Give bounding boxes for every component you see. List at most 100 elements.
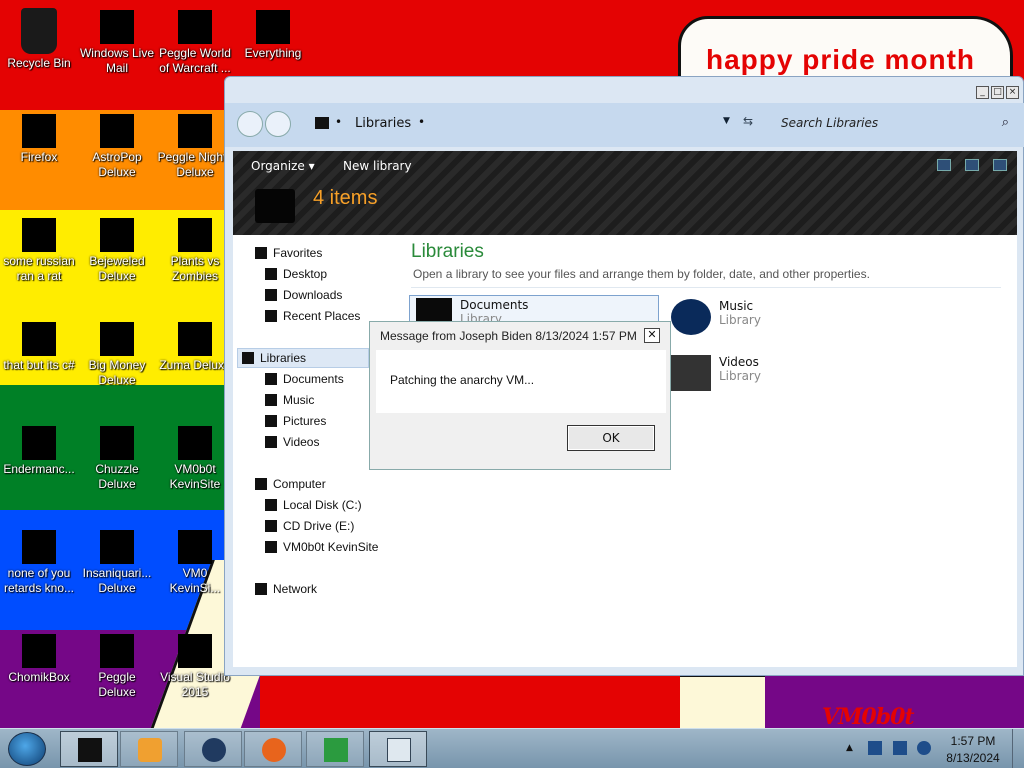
message-dialog[interactable]: Message from Joseph Biden 8/13/2024 1:57… [369, 321, 671, 470]
nav-label: Videos [283, 435, 320, 449]
mail-icon [100, 10, 134, 44]
desktop-icon-vm0-kevinsite[interactable]: VM0 KevinSi... [157, 522, 233, 596]
nav-vm0b0t-kevinsite[interactable]: VM0b0t KevinSite [265, 537, 378, 557]
address-row: • Libraries • ▼ ⇆ Search Libraries ⌕ [225, 103, 1024, 147]
search-box[interactable]: Search Libraries ⌕ [773, 113, 1013, 135]
forward-button[interactable] [265, 111, 291, 137]
desktop-icon-label: Chuzzle Deluxe [95, 462, 139, 491]
library-type: Library [719, 313, 761, 327]
nav-desktop[interactable]: Desktop [265, 264, 327, 284]
page-subtitle: Open a library to see your files and arr… [413, 267, 870, 281]
nav-videos[interactable]: Videos [265, 432, 319, 452]
nav-label: VM0b0t KevinSite [283, 540, 379, 554]
system-clock[interactable]: 1:57 PM 8/13/2024 [940, 733, 1006, 767]
minimize-button[interactable]: _ [976, 86, 989, 99]
desktop-icon-bejeweled[interactable]: Bejeweled Deluxe [79, 210, 155, 284]
breadcrumb-libraries[interactable]: Libraries [355, 116, 411, 131]
desktop-icon-visual-studio[interactable]: Visual Studio 2015 [157, 626, 233, 700]
nav-cd-drive[interactable]: CD Drive (E:) [265, 516, 354, 536]
window-controls: _ □ × [976, 86, 1019, 99]
desktop-icon-label: Bejeweled Deluxe [89, 254, 145, 283]
library-videos[interactable]: Videos Library [671, 355, 761, 391]
app-icon [178, 426, 212, 460]
show-desktop-button[interactable] [1012, 729, 1024, 768]
desktop-icon-peggle-nights[interactable]: Peggle Nights Deluxe [157, 106, 233, 180]
search-input[interactable]: Search Libraries [781, 116, 878, 130]
preview-pane-icon[interactable] [965, 159, 979, 171]
desktop-icon-plants-vs-zombies[interactable]: Plants vs Zombies [157, 210, 233, 284]
desktop-icon-peggle-wow[interactable]: Peggle World of Warcraft ... [157, 2, 233, 76]
app-icon [22, 322, 56, 356]
desktop-icon-russian-rat[interactable]: some russian ran a rat [1, 210, 77, 284]
desktop-icon-chomikbox[interactable]: ChomikBox [1, 626, 77, 685]
desktop-icon-none-of-you[interactable]: none of you retards kno... [1, 522, 77, 596]
nav-libraries[interactable]: Libraries [237, 348, 369, 368]
download-manager-icon [324, 738, 348, 762]
desktop-icon-everything[interactable]: Everything [235, 2, 311, 61]
nav-downloads[interactable]: Downloads [265, 285, 342, 305]
network-globe-icon [202, 738, 226, 762]
libraries-icon [315, 117, 329, 129]
taskbar: ▲ 1:57 PM 8/13/2024 [0, 728, 1024, 768]
nav-network[interactable]: Network [255, 579, 317, 599]
back-button[interactable] [237, 111, 263, 137]
network-tray-icon[interactable] [893, 741, 907, 755]
desktop-icon-endermanc[interactable]: Endermanc... [1, 418, 77, 477]
nav-label: Documents [283, 372, 344, 386]
nav-music[interactable]: Music [265, 390, 314, 410]
desktop-icon-label: VM0b0t KevinSite [169, 462, 221, 491]
nav-favorites[interactable]: Favorites [255, 243, 322, 263]
refresh-icon[interactable]: ⇆ [743, 114, 753, 128]
desktop-icon-label: AstroPop Deluxe [92, 150, 142, 179]
breadcrumb-separator[interactable]: • [335, 115, 342, 129]
music-icon [265, 394, 277, 406]
change-view-icon[interactable] [937, 159, 951, 171]
firefox-icon [22, 114, 56, 148]
taskbar-app-network[interactable] [184, 731, 242, 767]
magnifier-icon[interactable]: ⌕ [1002, 115, 1009, 130]
nav-documents[interactable]: Documents [265, 369, 344, 389]
nav-local-disk[interactable]: Local Disk (C:) [265, 495, 362, 515]
desktop-icon-recycle-bin[interactable]: Recycle Bin [1, 2, 77, 71]
desktop-icon-big-money[interactable]: Big Money Deluxe [79, 314, 155, 388]
taskbar-app-firefox[interactable] [244, 731, 302, 767]
nav-pictures[interactable]: Pictures [265, 411, 326, 431]
chuzzle-icon [100, 426, 134, 460]
start-button[interactable] [8, 732, 46, 766]
taskbar-app-notepad[interactable] [369, 731, 427, 767]
nav-computer[interactable]: Computer [255, 474, 326, 494]
desktop-icon-chuzzle[interactable]: Chuzzle Deluxe [79, 418, 155, 492]
ok-button[interactable]: OK [567, 425, 655, 451]
documents-icon [265, 373, 277, 385]
library-music[interactable]: Music Library [671, 299, 761, 335]
address-dropdown-icon[interactable]: ▼ [723, 116, 730, 126]
hard-drive-icon [265, 499, 277, 511]
library-name: Music [719, 299, 754, 313]
desktop-icon-vm0b0t-kevinsite[interactable]: VM0b0t KevinSite [157, 418, 233, 492]
desktop-icon-label: Windows Live Mail [79, 46, 155, 75]
nav-label: Music [283, 393, 315, 407]
taskbar-app-download-manager[interactable] [306, 731, 364, 767]
libraries-icon [242, 352, 254, 364]
libraries-icon [78, 738, 102, 762]
desktop-icon-astropop[interactable]: AstroPop Deluxe [79, 106, 155, 180]
help-icon[interactable] [993, 159, 1007, 171]
dialog-close-button[interactable]: ✕ [644, 328, 660, 343]
nav-recent-places[interactable]: Recent Places [265, 306, 360, 326]
desktop-icon-windows-live-mail[interactable]: Windows Live Mail [79, 2, 155, 76]
desktop-icon-c-sharp[interactable]: that but its c# [1, 314, 77, 373]
tray-app-icon[interactable] [868, 741, 882, 755]
volume-tray-icon[interactable] [917, 741, 931, 755]
organize-button[interactable]: Organize ▾ [251, 159, 315, 173]
breadcrumb-separator[interactable]: • [418, 115, 425, 129]
maximize-button[interactable]: □ [991, 86, 1004, 99]
show-hidden-icons-button[interactable]: ▲ [846, 743, 853, 753]
new-library-button[interactable]: New library [343, 159, 412, 173]
desktop-icon-peggle-deluxe[interactable]: Peggle Deluxe [79, 626, 155, 700]
close-button[interactable]: × [1006, 86, 1019, 99]
taskbar-app-explorer[interactable] [60, 731, 118, 767]
taskbar-app-media-player[interactable] [120, 731, 178, 767]
desktop-icon-firefox[interactable]: Firefox [1, 106, 77, 165]
desktop-icon-zuma[interactable]: Zuma Deluxe [157, 314, 233, 373]
desktop-icon-insaniquarium[interactable]: Insaniquari... Deluxe [79, 522, 155, 596]
